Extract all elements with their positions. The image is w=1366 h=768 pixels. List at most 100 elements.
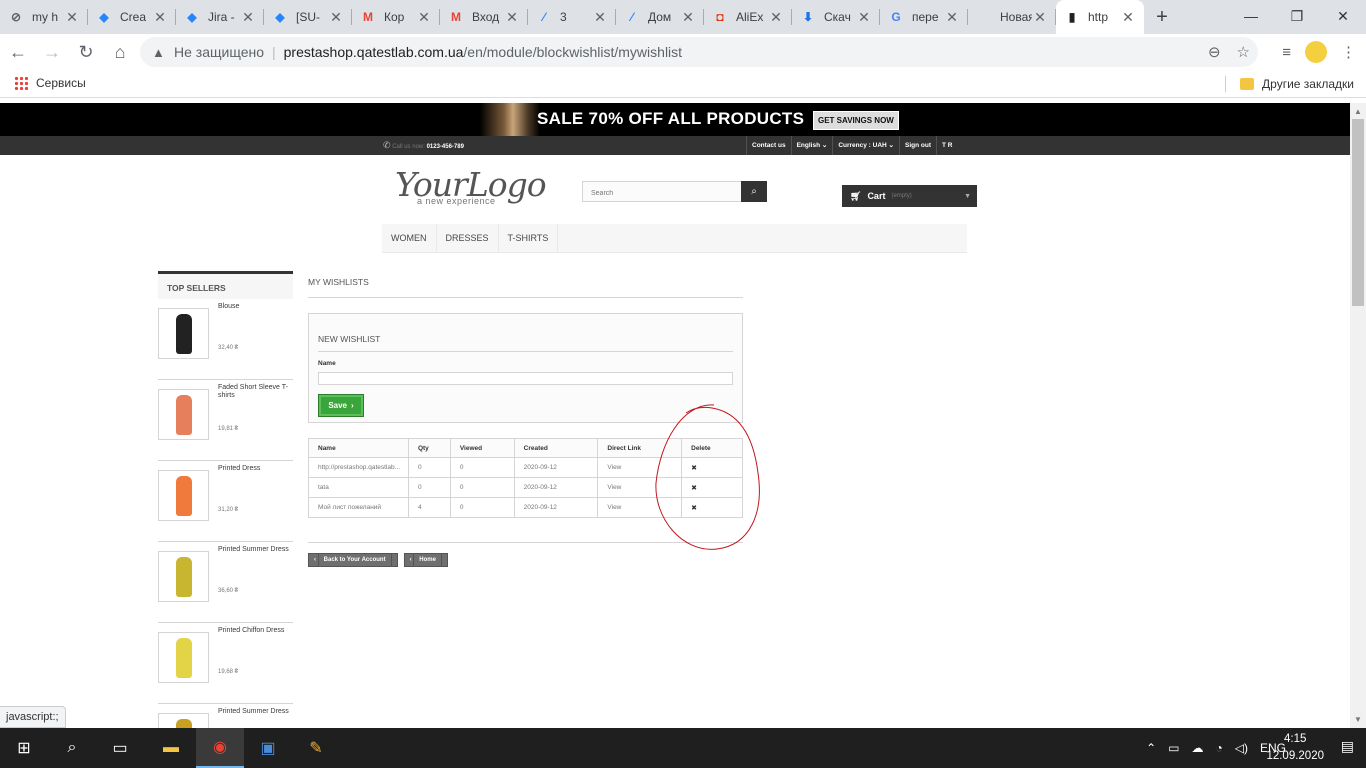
close-tab-icon[interactable]: ✕ xyxy=(768,9,784,26)
browser-tab[interactable]: ◘ AliEx ✕ xyxy=(704,0,792,34)
product-image[interactable] xyxy=(158,470,209,521)
search-button[interactable]: ⌕ xyxy=(741,181,767,202)
menu-item-women[interactable]: WOMEN xyxy=(382,224,437,252)
address-bar[interactable]: ▲ Не защищено | prestashop.qatestlab.com… xyxy=(140,37,1258,67)
close-tab-icon[interactable]: ✕ xyxy=(64,9,80,26)
back-to-account-button[interactable]: ‹ Back to Your Account xyxy=(308,553,398,567)
product-image[interactable] xyxy=(158,551,209,602)
top-nav-link[interactable]: Currency : UAH ⌄ xyxy=(832,136,899,155)
cloud-icon[interactable]: ☁ xyxy=(1192,741,1204,755)
wishlist-name-cell[interactable]: http://prestashop.qatestlab... xyxy=(308,457,409,478)
browser-tab[interactable]: ◆ Crea ✕ xyxy=(88,0,176,34)
browser-tab[interactable]: M Кор ✕ xyxy=(352,0,440,34)
close-tab-icon[interactable]: ✕ xyxy=(240,9,256,26)
chevron-up-icon[interactable]: ⌃ xyxy=(1146,741,1156,755)
profile-avatar[interactable] xyxy=(1305,41,1327,63)
product-name[interactable]: Faded Short Sleeve T-shirts xyxy=(218,384,293,400)
product-image[interactable] xyxy=(158,632,209,683)
back-button[interactable]: ← xyxy=(2,36,34,68)
view-link[interactable]: View xyxy=(597,457,683,478)
view-link[interactable]: View xyxy=(597,477,683,498)
page-scrollbar[interactable]: ▲ ▼ xyxy=(1350,103,1366,728)
cart-button[interactable]: 🛒︎ Cart (empty) ▼ xyxy=(842,185,977,207)
restore-button[interactable]: ❐ xyxy=(1274,0,1320,32)
file-explorer-button[interactable]: ▬ xyxy=(147,728,195,768)
browser-tab[interactable]: ⊘ my h ✕ xyxy=(0,0,88,34)
top-nav-link[interactable]: T R xyxy=(935,136,957,155)
volume-icon[interactable]: ◁) xyxy=(1235,741,1248,755)
delete-icon[interactable]: ✖ xyxy=(681,497,743,518)
wifi-icon[interactable]: ◔ xyxy=(1216,741,1223,755)
get-savings-button[interactable]: GET SAVINGS NOW xyxy=(813,111,899,130)
media-control-icon[interactable]: ≡ xyxy=(1282,44,1291,61)
close-tab-icon[interactable]: ✕ xyxy=(856,9,872,26)
word-taskbar-button[interactable]: ▣ xyxy=(244,728,292,768)
site-logo[interactable]: YourLogo a new experience xyxy=(395,165,547,206)
wishlist-name-cell[interactable]: Мой лист пожеланий xyxy=(308,497,409,518)
delete-icon[interactable]: ✖ xyxy=(681,477,743,498)
notifications-icon[interactable]: ▤ xyxy=(1341,738,1354,755)
browser-tab[interactable]: ◆ Jira - ✕ xyxy=(176,0,264,34)
browser-tab[interactable]: ⬇ Скач ✕ xyxy=(792,0,880,34)
home-page-button[interactable]: ‹ Home xyxy=(403,553,448,567)
scrollbar-thumb[interactable] xyxy=(1352,119,1364,306)
menu-item-t-shirts[interactable]: T-SHIRTS xyxy=(499,224,559,252)
new-tab-button[interactable]: + xyxy=(1144,0,1180,34)
browser-tab[interactable]: ◆ [SU- ✕ xyxy=(264,0,352,34)
delete-icon[interactable]: ✖ xyxy=(681,457,743,478)
warning-icon[interactable]: ▲ xyxy=(152,45,168,60)
browser-tab[interactable]: ⁄ 3 ✕ xyxy=(528,0,616,34)
sale-banner[interactable]: SALE 70% OFF ALL PRODUCTS GET SAVINGS NO… xyxy=(0,103,1350,136)
close-tab-icon[interactable]: ✕ xyxy=(328,9,344,26)
task-view-button[interactable]: ▭ xyxy=(96,728,144,768)
close-tab-icon[interactable]: ✕ xyxy=(416,9,432,26)
browser-tab[interactable]: ⁄ Дом ✕ xyxy=(616,0,704,34)
wishlist-name-cell[interactable]: tata xyxy=(308,477,409,498)
product-image[interactable] xyxy=(158,308,209,359)
battery-icon[interactable]: ▭ xyxy=(1168,741,1179,755)
close-window-button[interactable]: ✕ xyxy=(1320,0,1366,32)
scroll-down-arrow[interactable]: ▼ xyxy=(1354,715,1362,724)
top-nav-link[interactable]: Sign out xyxy=(898,136,936,155)
scroll-up-arrow[interactable]: ▲ xyxy=(1354,107,1362,116)
close-tab-icon[interactable]: ✕ xyxy=(1120,9,1136,26)
close-tab-icon[interactable]: ✕ xyxy=(504,9,520,26)
product-image[interactable] xyxy=(158,713,209,728)
top-nav-link[interactable]: Contact us xyxy=(746,136,791,155)
chrome-taskbar-button[interactable]: ◉ xyxy=(196,728,244,768)
menu-dots-icon[interactable]: ⋮ xyxy=(1341,43,1356,61)
menu-item-dresses[interactable]: DRESSES xyxy=(437,224,499,252)
product-name[interactable]: Blouse xyxy=(218,303,293,311)
wishlist-name-input[interactable] xyxy=(318,372,733,385)
minimize-button[interactable]: — xyxy=(1228,0,1274,32)
start-button[interactable]: ⊞ xyxy=(0,728,48,768)
search-input[interactable] xyxy=(583,184,743,203)
other-bookmarks[interactable]: Другие закладки xyxy=(1225,76,1354,92)
reload-button[interactable]: ↻ xyxy=(70,36,102,68)
product-image[interactable] xyxy=(158,389,209,440)
top-nav-link[interactable]: English ⌄ xyxy=(790,136,833,155)
close-tab-icon[interactable]: ✕ xyxy=(1032,9,1048,26)
browser-tab[interactable]: Gпере ✕ xyxy=(880,0,968,34)
close-tab-icon[interactable]: ✕ xyxy=(152,9,168,26)
product-name[interactable]: Printed Dress xyxy=(218,465,293,473)
clock[interactable]: 4:15 12.09.2020 xyxy=(1266,731,1324,765)
browser-tab[interactable]: ▮ http ✕ xyxy=(1056,0,1144,34)
bookmark-star-icon[interactable]: ☆ xyxy=(1237,43,1250,61)
paint-taskbar-button[interactable]: ✎ xyxy=(292,728,340,768)
product-name[interactable]: Printed Chiffon Dress xyxy=(218,627,293,635)
apps-bookmark[interactable]: Сервисы xyxy=(14,76,86,90)
search-taskbar-button[interactable]: ⌕ xyxy=(48,728,96,768)
home-button[interactable]: ⌂ xyxy=(104,36,136,68)
product-name[interactable]: Printed Summer Dress xyxy=(218,546,293,554)
zoom-icon[interactable]: ⊖ xyxy=(1208,43,1221,61)
browser-tab[interactable]: Новая вк✕ xyxy=(968,0,1056,34)
close-tab-icon[interactable]: ✕ xyxy=(592,9,608,26)
forward-button[interactable]: → xyxy=(36,36,68,68)
view-link[interactable]: View xyxy=(597,497,683,518)
close-tab-icon[interactable]: ✕ xyxy=(680,9,696,26)
product-name[interactable]: Printed Summer Dress xyxy=(218,708,293,716)
save-button[interactable]: Save › xyxy=(318,394,364,417)
close-tab-icon[interactable]: ✕ xyxy=(944,9,960,26)
browser-tab[interactable]: M Вход ✕ xyxy=(440,0,528,34)
